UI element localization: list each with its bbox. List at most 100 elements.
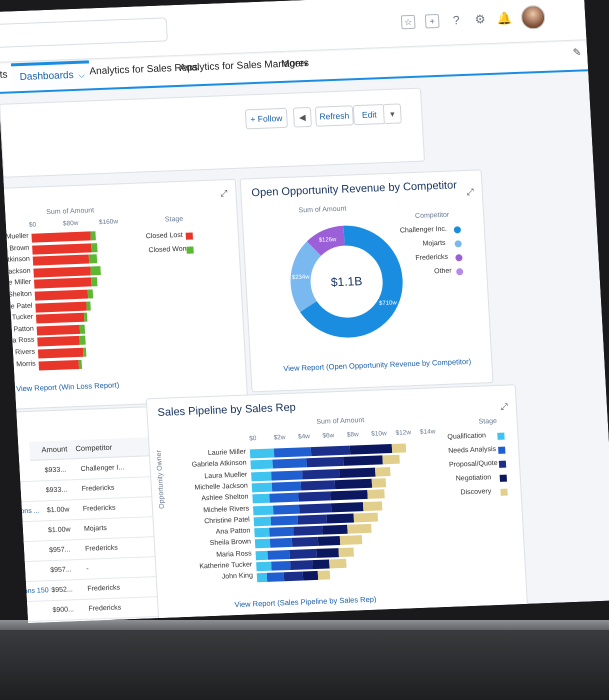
y-axis-title: Opportunity Owner <box>155 450 166 509</box>
more-actions-button[interactable]: ▾ <box>383 103 402 124</box>
legend-swatch <box>499 461 506 468</box>
column-header-amount[interactable]: Amount <box>41 440 68 459</box>
bar-segment <box>91 278 98 287</box>
category-label: Gabriela Atkinson <box>191 459 247 469</box>
column-header-competitor[interactable]: Competitor <box>75 439 113 458</box>
bar-segment <box>312 559 330 569</box>
x-axis-title: Sum of Amount <box>316 417 365 426</box>
bar-segment <box>252 483 272 493</box>
bar-segment <box>37 336 80 347</box>
bar-segment <box>302 469 339 479</box>
bar-segment <box>79 359 82 368</box>
tab-dashboards[interactable]: Dashboards ⌵ <box>11 60 90 89</box>
tab-reports[interactable]: its <box>0 70 8 81</box>
bar-segment <box>80 324 85 333</box>
legend-item: Other <box>433 267 452 276</box>
legend-swatch <box>454 240 461 247</box>
bar-segment <box>375 467 390 477</box>
legend-swatch <box>500 475 507 482</box>
bar-segment <box>354 512 379 522</box>
bar-segment <box>39 360 80 371</box>
bar-segment <box>257 573 267 582</box>
legend-item: Qualification <box>447 432 487 441</box>
bar-segment <box>268 550 290 560</box>
expand-icon[interactable]: ⤢ <box>500 402 508 413</box>
table-cell-competitor: Fredericks <box>87 584 121 593</box>
follow-button[interactable]: + Follow <box>245 108 288 130</box>
bar-segment <box>290 560 312 570</box>
chevron-down-icon: ⌵ <box>76 70 85 80</box>
legend-swatch <box>454 226 461 233</box>
table-cell-competitor: Challenger I... <box>80 464 125 473</box>
bar-segment <box>33 255 89 266</box>
legend-swatch <box>498 447 505 454</box>
help-icon[interactable]: ? <box>449 13 464 28</box>
tab-dashboards-label: Dashboards <box>19 69 74 84</box>
category-label: Laura Mueller <box>204 471 248 480</box>
view-report-link[interactable]: View Report (Sales Pipeline by Sales Rep… <box>234 595 376 609</box>
bar-segment <box>347 524 372 534</box>
bar-segment <box>36 313 85 324</box>
category-label: Brown <box>9 244 30 253</box>
avatar[interactable] <box>520 5 545 30</box>
legend-item-closed-lost: Closed Lost <box>145 231 183 241</box>
bar-segment <box>335 479 372 489</box>
favorites-icon[interactable]: ☆ <box>401 15 416 30</box>
bar-segment <box>290 549 317 559</box>
bar-segment <box>37 325 81 336</box>
bar-segment <box>255 550 268 559</box>
table-cell-amount: $957... <box>48 546 71 555</box>
bar-segment <box>284 572 304 582</box>
tab-more[interactable]: More▾ <box>281 58 308 70</box>
view-report-link[interactable]: View Report (Open Opportunity Revenue by… <box>283 357 471 373</box>
bell-icon[interactable]: 🔔 <box>497 11 512 26</box>
bar-segment <box>274 447 311 457</box>
edit-nav-icon[interactable]: ✎ <box>573 47 582 58</box>
bar-segment <box>299 503 331 513</box>
axis-tick: $0 <box>249 435 257 443</box>
expand-icon[interactable]: ⤢ <box>220 188 228 199</box>
opportunities-table: Amount Competitor $933... Challenger I...… <box>6 437 169 444</box>
bar-segment <box>88 254 97 263</box>
legend-swatch <box>456 268 463 275</box>
table-cell-amount: $1.00w <box>46 506 70 515</box>
category-label: Ana Patton <box>215 527 251 536</box>
legend-item: Discovery <box>460 488 492 497</box>
legend-item: Fredericks <box>415 253 449 262</box>
bar-segment <box>318 536 340 546</box>
sales-pipeline-card: Sales Pipeline by Sales Rep ⤢ Sum of Amo… <box>146 384 528 622</box>
win-loss-chart: Mueller Brown Atkinson Jackson urie Miller Sh… <box>0 180 235 189</box>
add-icon[interactable]: + <box>425 14 440 29</box>
category-label: Mueller <box>5 232 29 241</box>
bar-segment <box>87 289 92 298</box>
bar-segment <box>266 573 284 583</box>
bar-segment <box>299 492 331 502</box>
notify-button[interactable]: ◀ <box>293 107 312 128</box>
bar-segment <box>271 515 298 525</box>
settings-icon[interactable]: ⚙ <box>473 12 488 27</box>
bar-segment <box>271 561 291 571</box>
bar-segment <box>31 231 90 242</box>
slice-label: $126w <box>319 237 338 244</box>
category-label: John King <box>221 572 254 581</box>
bar-segment <box>255 539 270 549</box>
bar-segment <box>316 548 338 558</box>
bar-segment <box>311 446 351 456</box>
axis-tick: $14w <box>419 428 436 436</box>
refresh-button[interactable]: Refresh <box>315 105 354 126</box>
view-report-link[interactable]: View Report (Win Loss Report) <box>16 380 120 393</box>
dashboard-screen: ☆ + ? ⚙ 🔔 its Dashboards ⌵ Analytics for… <box>0 0 609 623</box>
bar-segment <box>34 278 92 289</box>
edit-button[interactable]: Edit <box>353 104 386 125</box>
bar-segment <box>272 504 299 514</box>
expand-icon[interactable]: ⤢ <box>466 187 474 198</box>
bar-segment <box>371 478 386 488</box>
search-input[interactable] <box>0 17 168 48</box>
table-cell-competitor: Fredericks <box>81 484 115 493</box>
legend-item: Proposal/Quote <box>448 459 498 469</box>
bar-segment <box>35 301 86 312</box>
legend-item-closed-won: Closed Won <box>148 245 187 255</box>
axis-tick: $10w <box>370 430 387 438</box>
table-cell-amount: $957... <box>50 566 72 575</box>
bar-segment <box>300 480 335 490</box>
